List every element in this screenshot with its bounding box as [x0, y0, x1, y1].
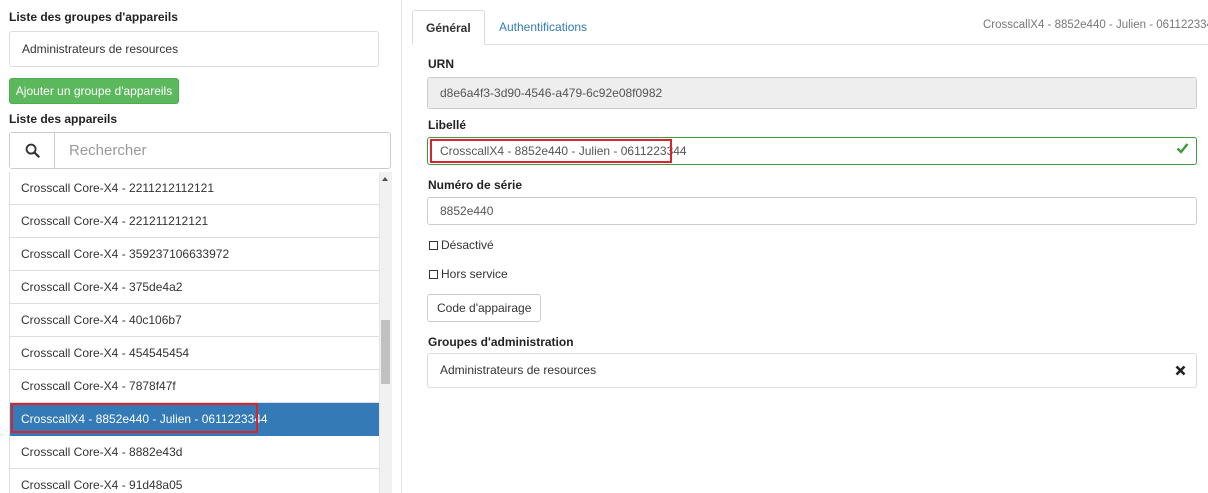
search-icon	[10, 133, 55, 168]
admin-group-item: Administrateurs de resources	[427, 353, 1197, 388]
scroll-up-arrow-icon[interactable]	[379, 172, 391, 186]
device-list-item[interactable]: Crosscall Core-X4 - 7878f47f	[10, 370, 380, 403]
add-device-group-button[interactable]: Ajouter un groupe d'appareils	[9, 78, 179, 104]
device-list-title: Liste des appareils	[9, 112, 118, 126]
serial-label: Numéro de série	[428, 178, 523, 192]
device-list: Crosscall Core-X4 - 2211212112121 Crossca…	[9, 172, 380, 493]
group-list-item[interactable]: Administrateurs de resources	[9, 31, 379, 67]
disabled-label: Désactivé	[441, 238, 494, 252]
search-input[interactable]	[55, 133, 390, 168]
admin-groups-label: Groupes d'administration	[428, 335, 574, 349]
device-list-item-label: Crosscall Core-X4 - 359237106633972	[21, 247, 230, 261]
device-list-item-label: CrosscallX4 - 8852e440 - Julien - 061122…	[21, 412, 268, 426]
device-list-item[interactable]: Crosscall Core-X4 - 8882e43d	[10, 436, 380, 469]
device-list-item-label: Crosscall Core-X4 - 2211212112121	[21, 181, 215, 195]
disabled-checkbox-row[interactable]: Désactivé	[429, 238, 494, 252]
out-of-service-checkbox-row[interactable]: Hors service	[429, 267, 508, 281]
device-list-item[interactable]: Crosscall Core-X4 - 91d48a05	[10, 469, 380, 493]
device-list-item-label: Crosscall Core-X4 - 91d48a05	[21, 478, 183, 492]
out-of-service-checkbox[interactable]	[429, 269, 438, 279]
device-list-item-label: Crosscall Core-X4 - 40c106b7	[21, 313, 182, 327]
tab-authentifications[interactable]: Authentifications	[486, 10, 600, 45]
device-list-item[interactable]: Crosscall Core-X4 - 40c106b7	[10, 304, 380, 337]
group-list-title: Liste des groupes d'appareils	[9, 10, 178, 24]
close-icon[interactable]	[1175, 365, 1186, 379]
device-list-item[interactable]: Crosscall Core-X4 - 454545454	[10, 337, 380, 370]
scrollbar-thumb[interactable]	[381, 320, 390, 384]
device-list-item-label: Crosscall Core-X4 - 221211212121	[21, 214, 209, 228]
device-list-item[interactable]: Crosscall Core-X4 - 359237106633972	[10, 238, 380, 271]
pairing-code-button[interactable]: Code d'appairage	[427, 294, 542, 322]
device-list-item-label: Crosscall Core-X4 - 8882e43d	[21, 445, 183, 459]
device-list-item[interactable]: CrosscallX4 - 8852e440 - Julien - 061122…	[10, 403, 380, 436]
column-divider	[401, 0, 402, 493]
device-list-item[interactable]: Crosscall Core-X4 - 2211212112121	[10, 172, 380, 205]
device-header-title: CrosscallX4 - 8852e440 - Julien - 061122…	[983, 19, 1208, 31]
libelle-label: Libellé	[428, 118, 467, 132]
libelle-highlight	[430, 139, 672, 163]
tab-general[interactable]: Général	[412, 10, 485, 45]
device-list-item[interactable]: Crosscall Core-X4 - 221211212121	[10, 205, 380, 238]
check-icon	[1176, 142, 1189, 157]
device-search	[9, 132, 391, 169]
urn-field[interactable]	[427, 77, 1197, 109]
urn-label: URN	[428, 57, 454, 71]
device-list-item-label: Crosscall Core-X4 - 7878f47f	[21, 379, 176, 393]
disabled-checkbox[interactable]	[429, 240, 438, 250]
device-list-item-label: Crosscall Core-X4 - 375de4a2	[21, 280, 183, 294]
out-of-service-label: Hors service	[441, 267, 508, 281]
device-list-item[interactable]: Crosscall Core-X4 - 375de4a2	[10, 271, 380, 304]
device-list-item-label: Crosscall Core-X4 - 454545454	[21, 346, 190, 360]
serial-field[interactable]	[427, 197, 1197, 225]
